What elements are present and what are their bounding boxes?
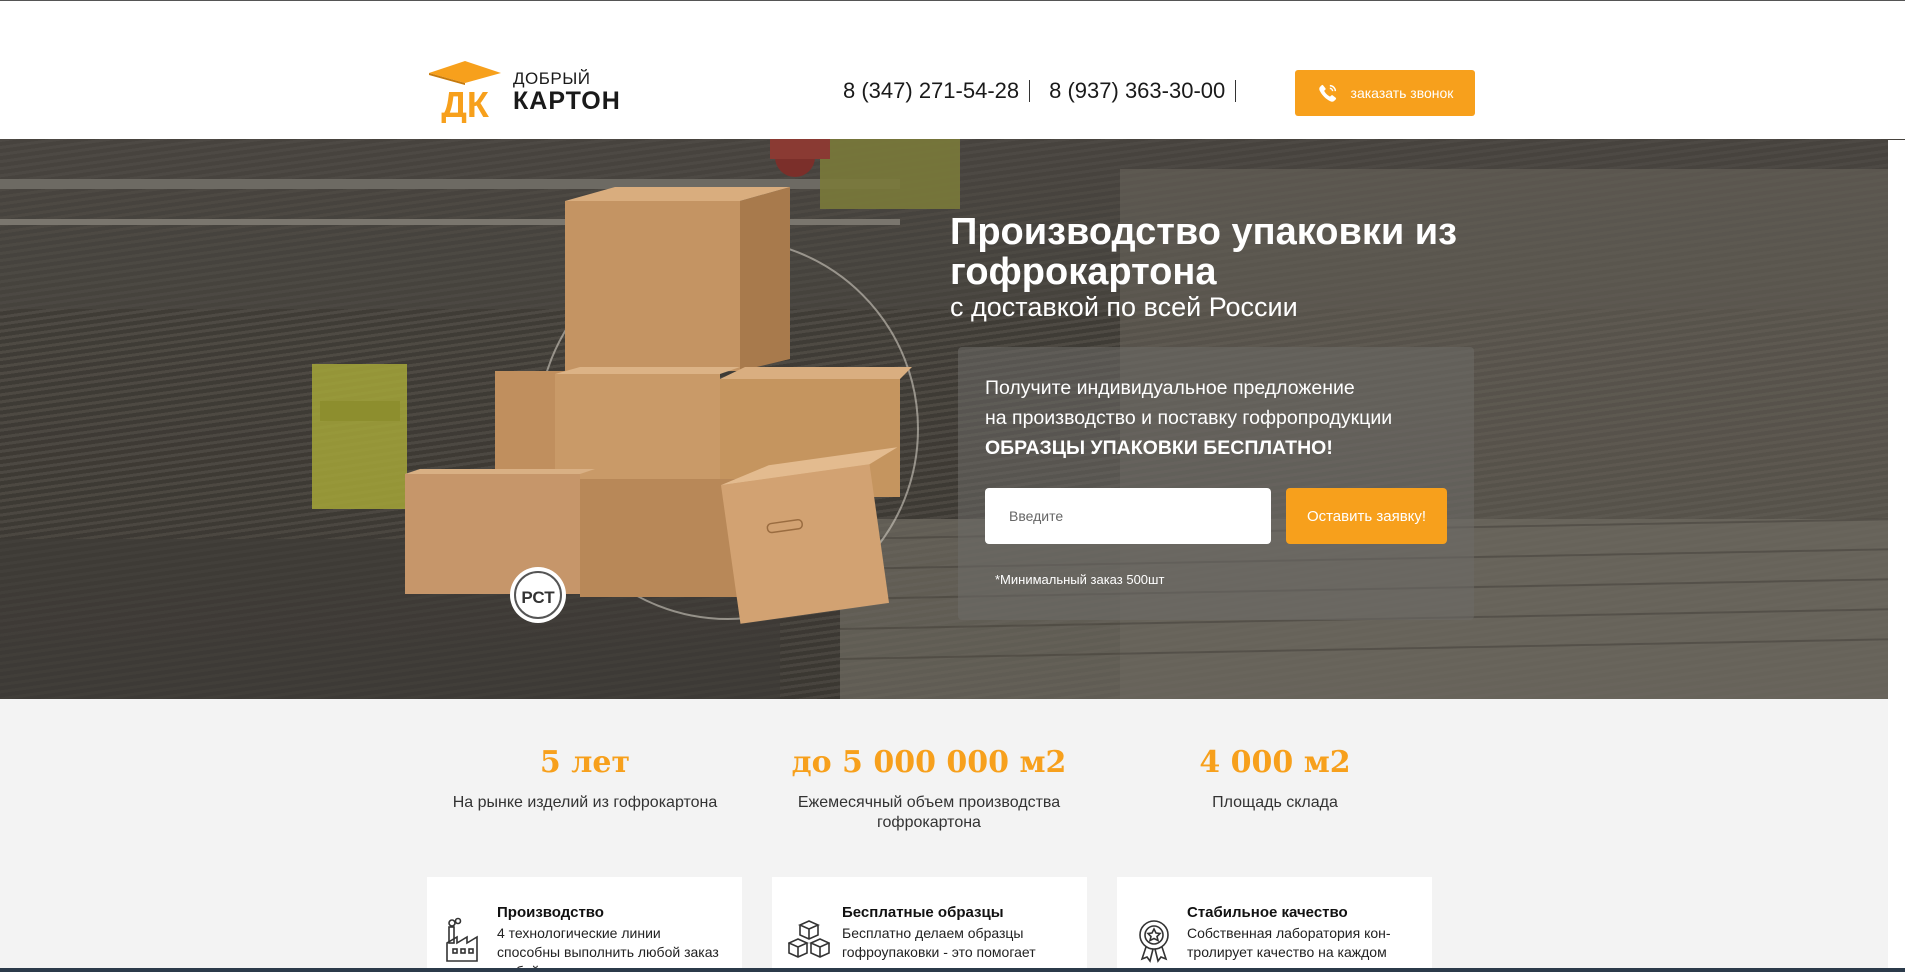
stat-description-line-2: гофрокартона bbox=[877, 814, 981, 831]
logo-line-1: ДОБРЫЙ bbox=[513, 69, 591, 88]
site-header: ДК ДОБРЫЙ КАРТОН 8 (347) 271-54-28 8 (93… bbox=[0, 1, 1905, 139]
stat-warehouse-area: 4 000 м2 Площадь склада bbox=[1135, 745, 1415, 813]
boxes-icon bbox=[788, 920, 830, 958]
logo-line-2: КАРТОН bbox=[513, 87, 621, 115]
quality-badge-icon bbox=[1139, 920, 1169, 963]
stat-years: 5 лет На рынке изделий из гофрокартона bbox=[445, 745, 725, 813]
offer-free-samples-text: ОБРАЗЦЫ УПАКОВКИ БЕСПЛАТНО! bbox=[985, 437, 1333, 459]
phone-number-2[interactable]: 8 (937) 363-30-00 bbox=[1049, 80, 1237, 102]
certification-mark-icon: РСТ bbox=[510, 567, 566, 623]
feature-card-free-samples: Бесплатные образцы Бесплатно делаем обра… bbox=[772, 877, 1087, 972]
phone-number-1[interactable]: 8 (347) 271-54-28 bbox=[843, 80, 1031, 102]
stat-value: 4 000 м2 bbox=[1199, 745, 1351, 780]
offer-form-panel: Получите индивидуальное предложение на п… bbox=[958, 347, 1474, 620]
certification-mark-text: РСТ bbox=[521, 588, 555, 607]
minimum-order-note: *Минимальный заказ 500шт bbox=[995, 572, 1165, 587]
feature-text: Бесплатно делаем образцы гофроупаковки -… bbox=[842, 925, 1036, 972]
hero-title: Производство упаковки из гофрокартона bbox=[950, 211, 1458, 293]
hero-section: РСТ Производство упаковки из гофрокартон… bbox=[0, 139, 1905, 699]
logo-mark-icon: ДК bbox=[429, 61, 501, 123]
offer-text-line-1: Получите индивидуальное предложение bbox=[985, 377, 1355, 399]
contact-input[interactable] bbox=[985, 488, 1271, 544]
page-scrollbar-track[interactable] bbox=[1888, 140, 1905, 972]
feature-title: Бесплатные образцы bbox=[842, 904, 1004, 921]
logo-mark-letters: ДК bbox=[441, 84, 490, 123]
logo-wordmark: ДОБРЫЙ КАРТОН bbox=[513, 70, 621, 114]
logo[interactable]: ДК ДОБРЫЙ КАРТОН bbox=[425, 59, 625, 125]
stat-description: На рынке изделий из гофрокартона bbox=[452, 794, 718, 811]
hero-subtitle: с доставкой по всей России bbox=[950, 292, 1298, 322]
callback-button-label: заказать звонок bbox=[1350, 85, 1454, 101]
feature-title: Производство bbox=[497, 904, 604, 921]
feature-card-production: Производство 4 технологические линии спо… bbox=[427, 877, 742, 972]
stat-description: Площадь склада bbox=[1212, 794, 1338, 811]
phone-icon bbox=[1318, 84, 1336, 102]
stat-monthly-volume: до 5 000 000 м2 Ежемесячный объем произв… bbox=[779, 745, 1079, 833]
factory-icon bbox=[446, 917, 478, 962]
stat-value: до 5 000 000 м2 bbox=[791, 745, 1067, 780]
phone-list: 8 (347) 271-54-28 8 (937) 363-30-00 bbox=[843, 80, 1255, 102]
offer-text-line-2: на производство и поставку гофропродукци… bbox=[985, 407, 1393, 429]
bottom-edge-bar bbox=[0, 968, 1905, 972]
feature-text: Собственная лаборатория кон- тролирует к… bbox=[1187, 925, 1391, 972]
feature-card-quality: Стабильное качество Собственная лаборато… bbox=[1117, 877, 1432, 972]
stat-description: Ежемесячный объем производства гофрокарт… bbox=[779, 793, 1079, 833]
feature-text: 4 технологические линии способны выполни… bbox=[497, 925, 719, 972]
stat-value: 5 лет bbox=[539, 745, 631, 780]
feature-title: Стабильное качество bbox=[1187, 904, 1348, 921]
submit-request-button[interactable]: Оставить заявку! bbox=[1286, 488, 1447, 544]
stat-description-line-1: Ежемесячный объем производства bbox=[797, 794, 1061, 811]
callback-button[interactable]: заказать звонок bbox=[1295, 70, 1475, 116]
